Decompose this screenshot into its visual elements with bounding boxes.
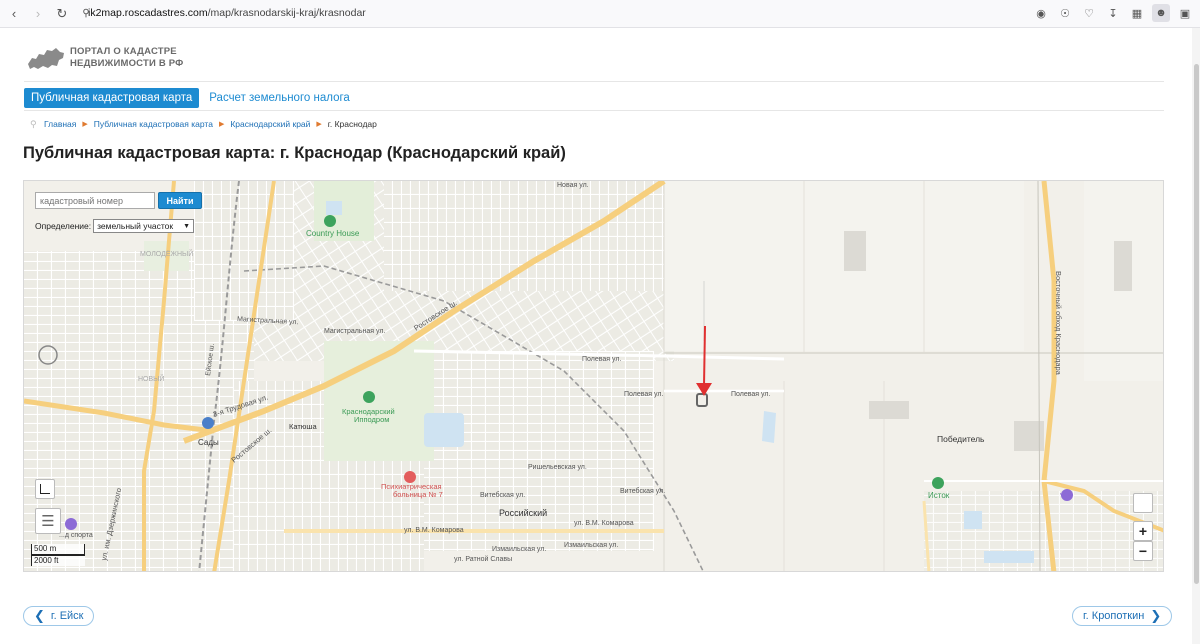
next-city-button[interactable]: г. Кропоткин ❯ (1072, 606, 1173, 626)
map-scale: 500 m 2000 ft (31, 544, 85, 566)
breadcrumb-region[interactable]: Краснодарский край (230, 119, 310, 129)
tab-cadastral-map[interactable]: Публичная кадастровая карта (24, 88, 200, 108)
logo-line1: ПОРТАЛ О КАДАСТРЕ (70, 46, 177, 57)
label-ratnoy-slavy: ул. Ратной Славы (454, 555, 512, 563)
label-polevaya-1: Полевая ул. (624, 391, 663, 398)
logo-line2: НЕДВИЖИМОСТИ В РФ (70, 58, 184, 69)
zoom-out-button[interactable]: − (1133, 541, 1153, 561)
breadcrumb-arrow-icon: ▶ (218, 121, 225, 128)
scrollbar-thumb[interactable] (1194, 64, 1199, 584)
camera-icon[interactable]: ◉ (1032, 4, 1050, 22)
label-komarova-2: ул. В.М. Комарова (574, 520, 634, 527)
extensions-icon[interactable]: ▦ (1128, 4, 1146, 22)
label-polevaya-3: Полевая ул. (582, 356, 621, 363)
breadcrumb-arrow-icon: ▶ (316, 121, 322, 128)
definition-value: земельный участок (97, 221, 174, 231)
download-icon[interactable]: ↧ (1104, 4, 1122, 22)
istok-icon[interactable] (932, 477, 944, 489)
fullscreen-button[interactable] (35, 479, 55, 499)
url-host: ik2map.roscadastres.com (88, 7, 208, 19)
scale-imperial: 2000 ft (31, 555, 85, 566)
map-canvas[interactable]: Country House МОЛОДЁЖНЫЙ НОВЫЙ Краснодар… (24, 181, 1164, 572)
breadcrumb-cadastral-map[interactable]: Публичная кадастровая карта (94, 119, 213, 129)
next-city-label: г. Кропоткин (1083, 610, 1145, 622)
tabs-divider (24, 110, 1164, 111)
label-rossiysky: Российский (499, 508, 547, 518)
label-istok: Исток (928, 491, 950, 500)
label-izmailskaya-1: Измаильская ул. (492, 546, 546, 553)
label-vitebskaya-2: Витебская ул. (620, 487, 665, 495)
main-tabs: Публичная кадастровая карта Расчет земел… (24, 88, 350, 108)
definition-row: Определение: земельный участок ▼ (35, 219, 195, 233)
label-novaya: Новая ул. (557, 182, 589, 189)
label-vr: VP (1060, 493, 1070, 500)
label-izmailskaya-2: Измаильская ул. (564, 542, 618, 549)
country-house-icon[interactable] (324, 215, 336, 227)
label-vostochny: Восточный обход Краснодара (1054, 271, 1063, 376)
zoom-in-button[interactable]: + (1133, 521, 1153, 541)
page-title: Публичная кадастровая карта: г. Краснода… (23, 144, 566, 162)
forward-arrow-icon[interactable]: › (28, 4, 48, 24)
page-scrollbar[interactable] (1192, 28, 1200, 644)
chevron-right-icon: ❯ (1150, 608, 1162, 623)
label-pobeditel: Победитель (937, 434, 985, 444)
find-button[interactable]: Найти (158, 192, 202, 209)
cadastral-search: Найти (35, 192, 202, 209)
cadastral-map[interactable]: Country House МОЛОДЁЖНЫЙ НОВЫЙ Краснодар… (23, 180, 1164, 572)
location-pin-icon: ⚲ (30, 119, 37, 129)
chevron-down-icon: ▼ (183, 222, 191, 230)
label-sport: ...д спорта (59, 532, 93, 539)
label-magistralnaya-2: Магистральная ул. (324, 328, 385, 335)
definition-label: Определение: (35, 221, 92, 231)
fullscreen-icon (40, 484, 50, 494)
label-hospital-2: больница № 7 (393, 490, 443, 499)
prev-city-button[interactable]: ❮ г. Ейск (23, 606, 95, 626)
label-katyusha: Катюша (289, 422, 317, 431)
breadcrumb: ⚲ Главная ▶ Публичная кадастровая карта … (30, 119, 377, 129)
profile-icon[interactable]: ☻ (1152, 4, 1170, 22)
locate-button[interactable] (1133, 493, 1153, 513)
prev-city-label: г. Ейск (50, 610, 84, 622)
layers-icon: ☰ (41, 513, 55, 530)
metro-station-icon[interactable] (202, 417, 214, 429)
label-rishelyevskaya: Ришельевская ул. (528, 464, 587, 471)
chevron-left-icon: ❮ (34, 608, 45, 623)
russia-map-icon (28, 48, 64, 69)
label-vitebskaya-1: Витебская ул. (480, 491, 525, 499)
label-komarova-1: ул. В.М. Комарова (404, 527, 464, 534)
label-novy: НОВЫЙ (138, 374, 164, 383)
address-bar[interactable]: ik2map.roscadastres.com/map/krasnodarski… (88, 7, 366, 19)
label-hippodrome-2: Ипподром (354, 415, 389, 424)
breadcrumb-home[interactable]: Главная (44, 119, 76, 129)
definition-select[interactable]: земельный участок ▼ (93, 219, 195, 233)
tab-land-tax[interactable]: Расчет земельного налога (209, 92, 350, 104)
cadastral-number-input[interactable] (35, 192, 155, 209)
site-logo[interactable]: ПОРТАЛ О КАДАСТРЕ НЕДВИЖИМОСТИ В РФ (26, 44, 184, 72)
browser-toolbar: ‹ › ↻ ⚲ ik2map.roscadastres.com/map/kras… (0, 0, 1200, 28)
label-country-house: Country House (306, 229, 360, 238)
menu-cube-icon[interactable]: ▣ (1176, 4, 1194, 22)
breadcrumb-current: г. Краснодар (327, 119, 377, 129)
scale-metric: 500 m (31, 544, 85, 555)
label-polevaya-2: Полевая ул. (731, 391, 770, 398)
back-arrow-icon[interactable]: ‹ (4, 4, 24, 24)
label-sady: Сады (198, 438, 219, 447)
layers-button[interactable]: ☰ (35, 508, 61, 534)
marker-arrow-line (703, 325, 706, 387)
hippodrome-icon[interactable] (363, 391, 375, 403)
heart-icon[interactable]: ♡ (1080, 4, 1098, 22)
sport-place-icon[interactable] (65, 518, 77, 530)
label-molodezhny: МОЛОДЁЖНЫЙ (140, 249, 193, 258)
header-divider (24, 81, 1164, 82)
reload-icon[interactable]: ↻ (52, 4, 72, 24)
url-path: /map/krasnodarskij-kraj/krasnodar (207, 7, 366, 19)
breadcrumb-arrow-icon: ▶ (82, 121, 88, 128)
shield-icon[interactable]: ☉ (1056, 4, 1074, 22)
